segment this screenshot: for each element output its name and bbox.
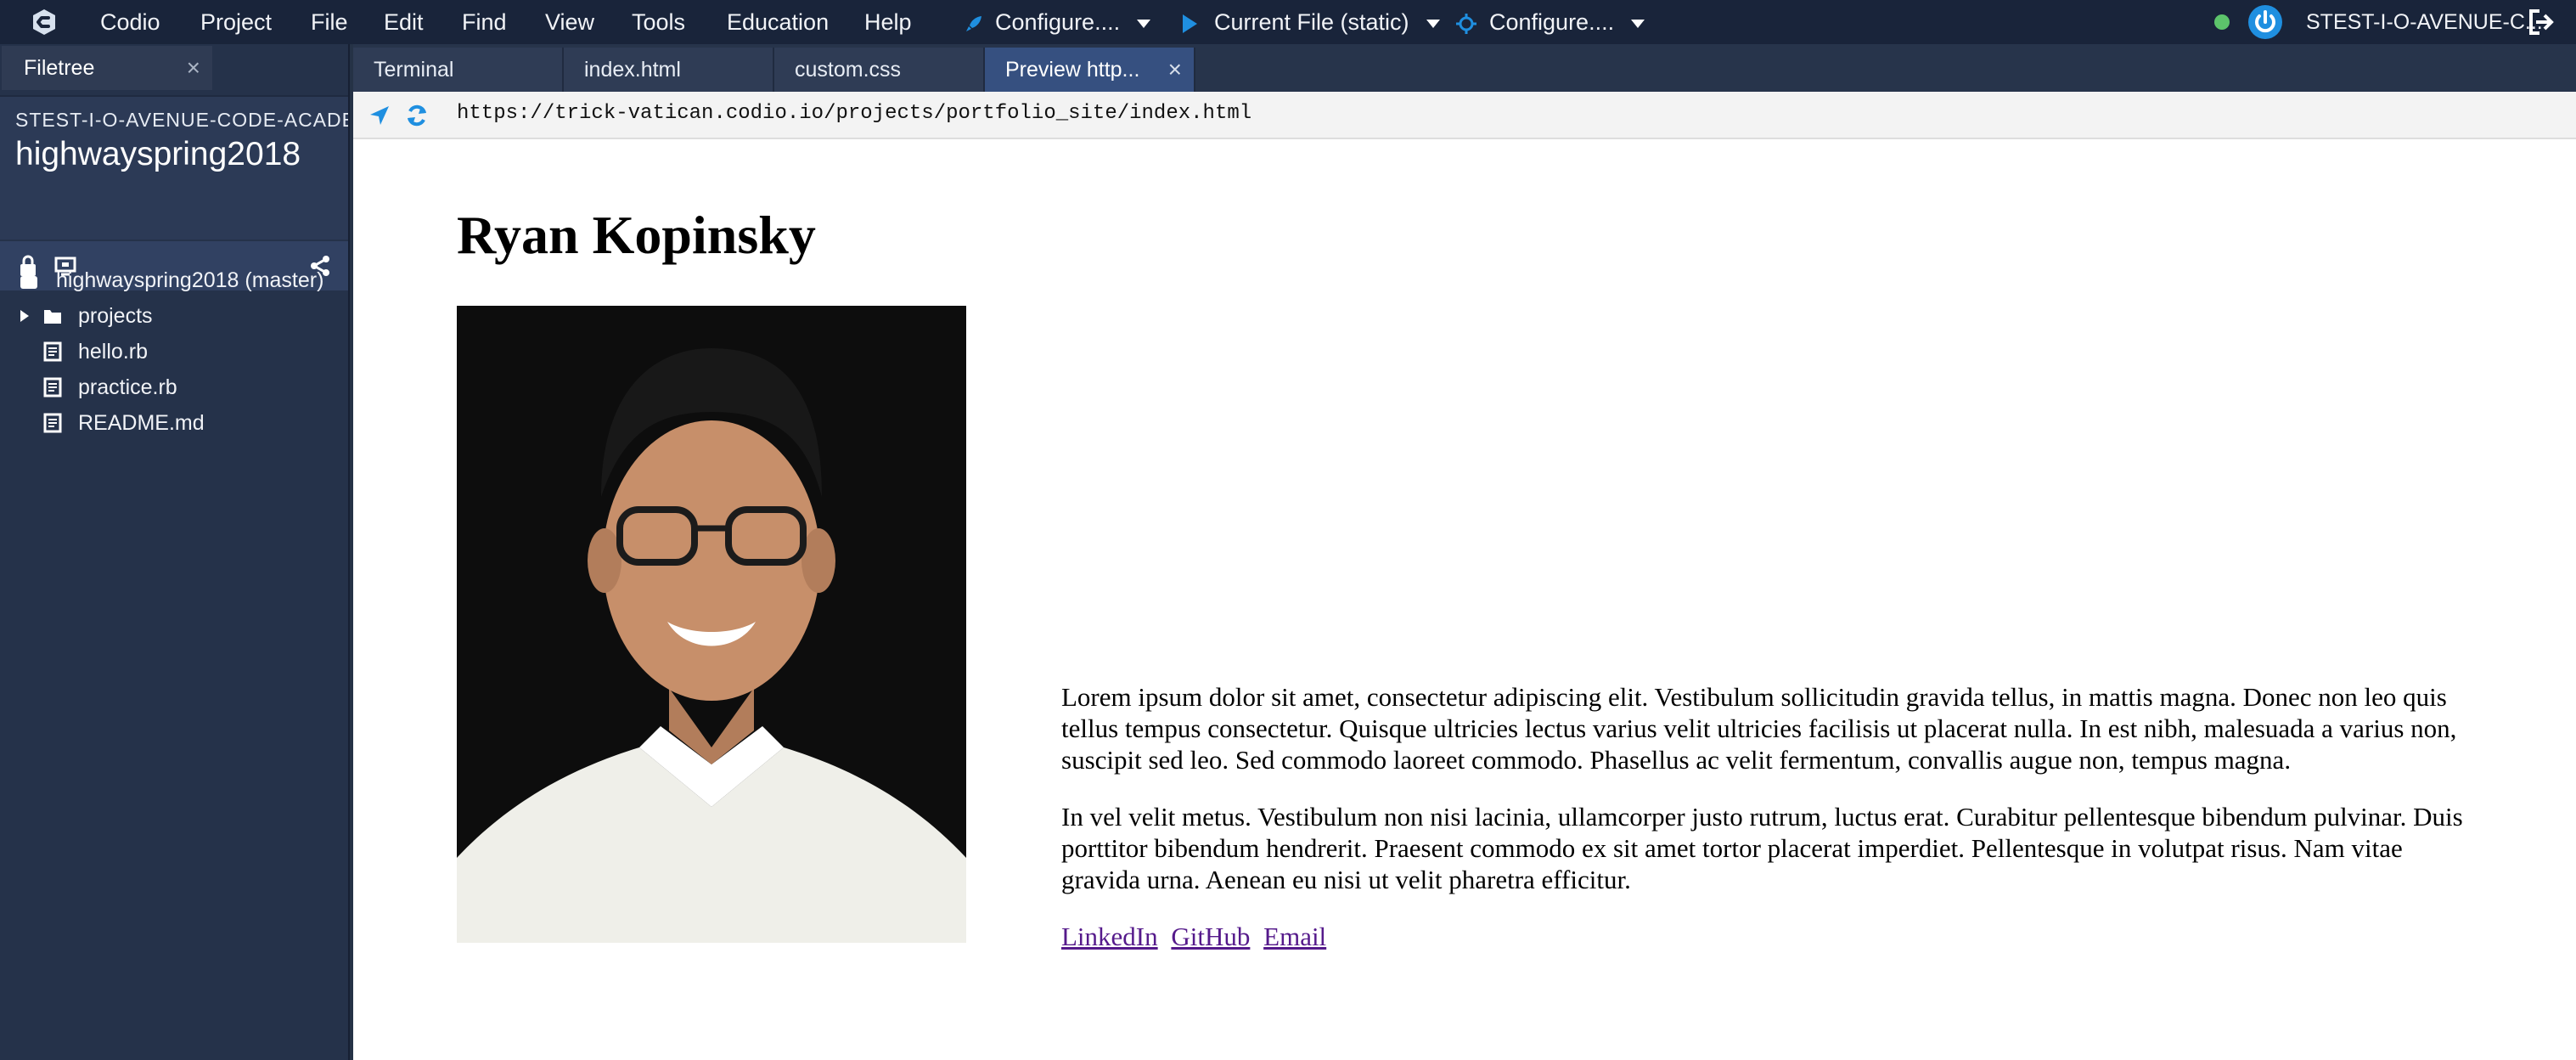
menu-view[interactable]: View [545, 0, 594, 44]
tree-file-hello[interactable]: hello.rb [42, 335, 148, 369]
page-title: Ryan Kopinsky [457, 205, 816, 265]
close-icon[interactable]: × [1168, 48, 1182, 92]
tree-file-readme[interactable]: README.md [42, 406, 205, 440]
organization-name: STEST-I-O-AVENUE-CODE-ACADEM [15, 109, 348, 131]
bio-text: Lorem ipsum dolor sit amet, consectetur … [1061, 681, 2471, 978]
project-name: highwayspring2018 [15, 136, 301, 172]
profile-photo [457, 306, 966, 943]
top-menubar: Codio Project File Edit Find View Tools … [0, 0, 2576, 44]
tab-label: Terminal [374, 58, 454, 82]
menu-file[interactable]: File [311, 0, 348, 44]
bio-paragraph: Lorem ipsum dolor sit amet, consectetur … [1061, 682, 2457, 775]
project-header: STEST-I-O-AVENUE-CODE-ACADEM highwayspri… [0, 95, 348, 290]
email-link[interactable]: Email [1263, 922, 1326, 951]
file-icon [43, 377, 62, 398]
file-icon [43, 413, 62, 433]
file-icon [43, 341, 62, 362]
url-input[interactable]: https://trick-vatican.codio.io/projects/… [457, 102, 1251, 125]
linkedin-link[interactable]: LinkedIn [1061, 922, 1158, 951]
filetree-panel: Filetree × STEST-I-O-AVENUE-CODE-ACADEM … [0, 44, 350, 1060]
target-icon [1456, 13, 1476, 34]
menu-edit[interactable]: Edit [384, 0, 424, 44]
tree-file-practice[interactable]: practice.rb [42, 370, 177, 404]
repository-icon [20, 272, 37, 289]
configure-preview-menu[interactable]: Configure.... [1455, 0, 1645, 44]
tab-index-html[interactable]: index.html [564, 48, 774, 92]
chevron-down-icon [1426, 19, 1440, 28]
tree-item-label: practice.rb [78, 375, 177, 399]
tab-label: custom.css [795, 58, 902, 82]
navigate-icon[interactable] [367, 103, 392, 128]
tree-item-label: projects [78, 304, 153, 328]
tab-label: Preview http... [1005, 58, 1140, 82]
logout-icon[interactable] [2525, 7, 2556, 37]
preview-viewport: Ryan Kopinsky Lorem ipsum dolor sit amet… [353, 139, 2576, 1060]
configure-deploy-label: Configure.... [995, 9, 1121, 35]
preview-address-bar: https://trick-vatican.codio.io/projects/… [353, 92, 2576, 139]
run-target-label: Current File (static) [1214, 9, 1409, 35]
tree-item-label: README.md [78, 411, 205, 435]
configure-preview-label: Configure.... [1489, 9, 1615, 35]
bio-paragraph: In vel velit metus. Vestibulum non nisi … [1061, 802, 2463, 894]
tab-preview[interactable]: Preview http... × [985, 48, 1195, 92]
chevron-down-icon [1631, 19, 1645, 28]
menu-find[interactable]: Find [462, 0, 507, 44]
menu-tools[interactable]: Tools [632, 0, 685, 44]
social-links: LinkedIn GitHub Email [1061, 921, 2471, 952]
power-icon[interactable] [2248, 5, 2282, 39]
tree-item-label: hello.rb [78, 340, 148, 364]
tree-root-label: highwayspring2018 (master) [56, 268, 324, 292]
rocket-icon [966, 15, 981, 31]
configure-deploy-menu[interactable]: Configure.... [963, 0, 1151, 44]
run-target-menu[interactable]: Current File (static) [1180, 0, 1440, 44]
github-link[interactable]: GitHub [1171, 922, 1250, 951]
folder-icon [44, 310, 61, 324]
chevron-down-icon [1137, 19, 1151, 28]
caret-right-icon [20, 310, 29, 322]
play-icon [1183, 14, 1197, 33]
tab-label: index.html [584, 58, 681, 82]
tree-root[interactable]: highwayspring2018 (master) [19, 263, 323, 297]
menu-education[interactable]: Education [727, 0, 829, 44]
close-icon[interactable]: × [187, 46, 200, 90]
online-status-icon [2214, 14, 2230, 30]
user-menu[interactable]: STEST-I-O-AVENUE-C... [2306, 0, 2543, 44]
menu-project[interactable]: Project [200, 0, 272, 44]
tab-custom-css[interactable]: custom.css [774, 48, 985, 92]
tab-filetree[interactable]: Filetree × [2, 46, 212, 90]
codio-logo-icon[interactable] [29, 7, 59, 37]
filetree-tab-label: Filetree [24, 56, 95, 80]
editor-tab-bar: Terminal index.html custom.css Preview h… [353, 44, 2576, 92]
tree-folder-projects[interactable]: projects [19, 299, 153, 333]
menu-codio[interactable]: Codio [100, 0, 160, 44]
tab-terminal[interactable]: Terminal [353, 48, 564, 92]
refresh-icon[interactable] [404, 103, 430, 128]
menu-help[interactable]: Help [864, 0, 912, 44]
